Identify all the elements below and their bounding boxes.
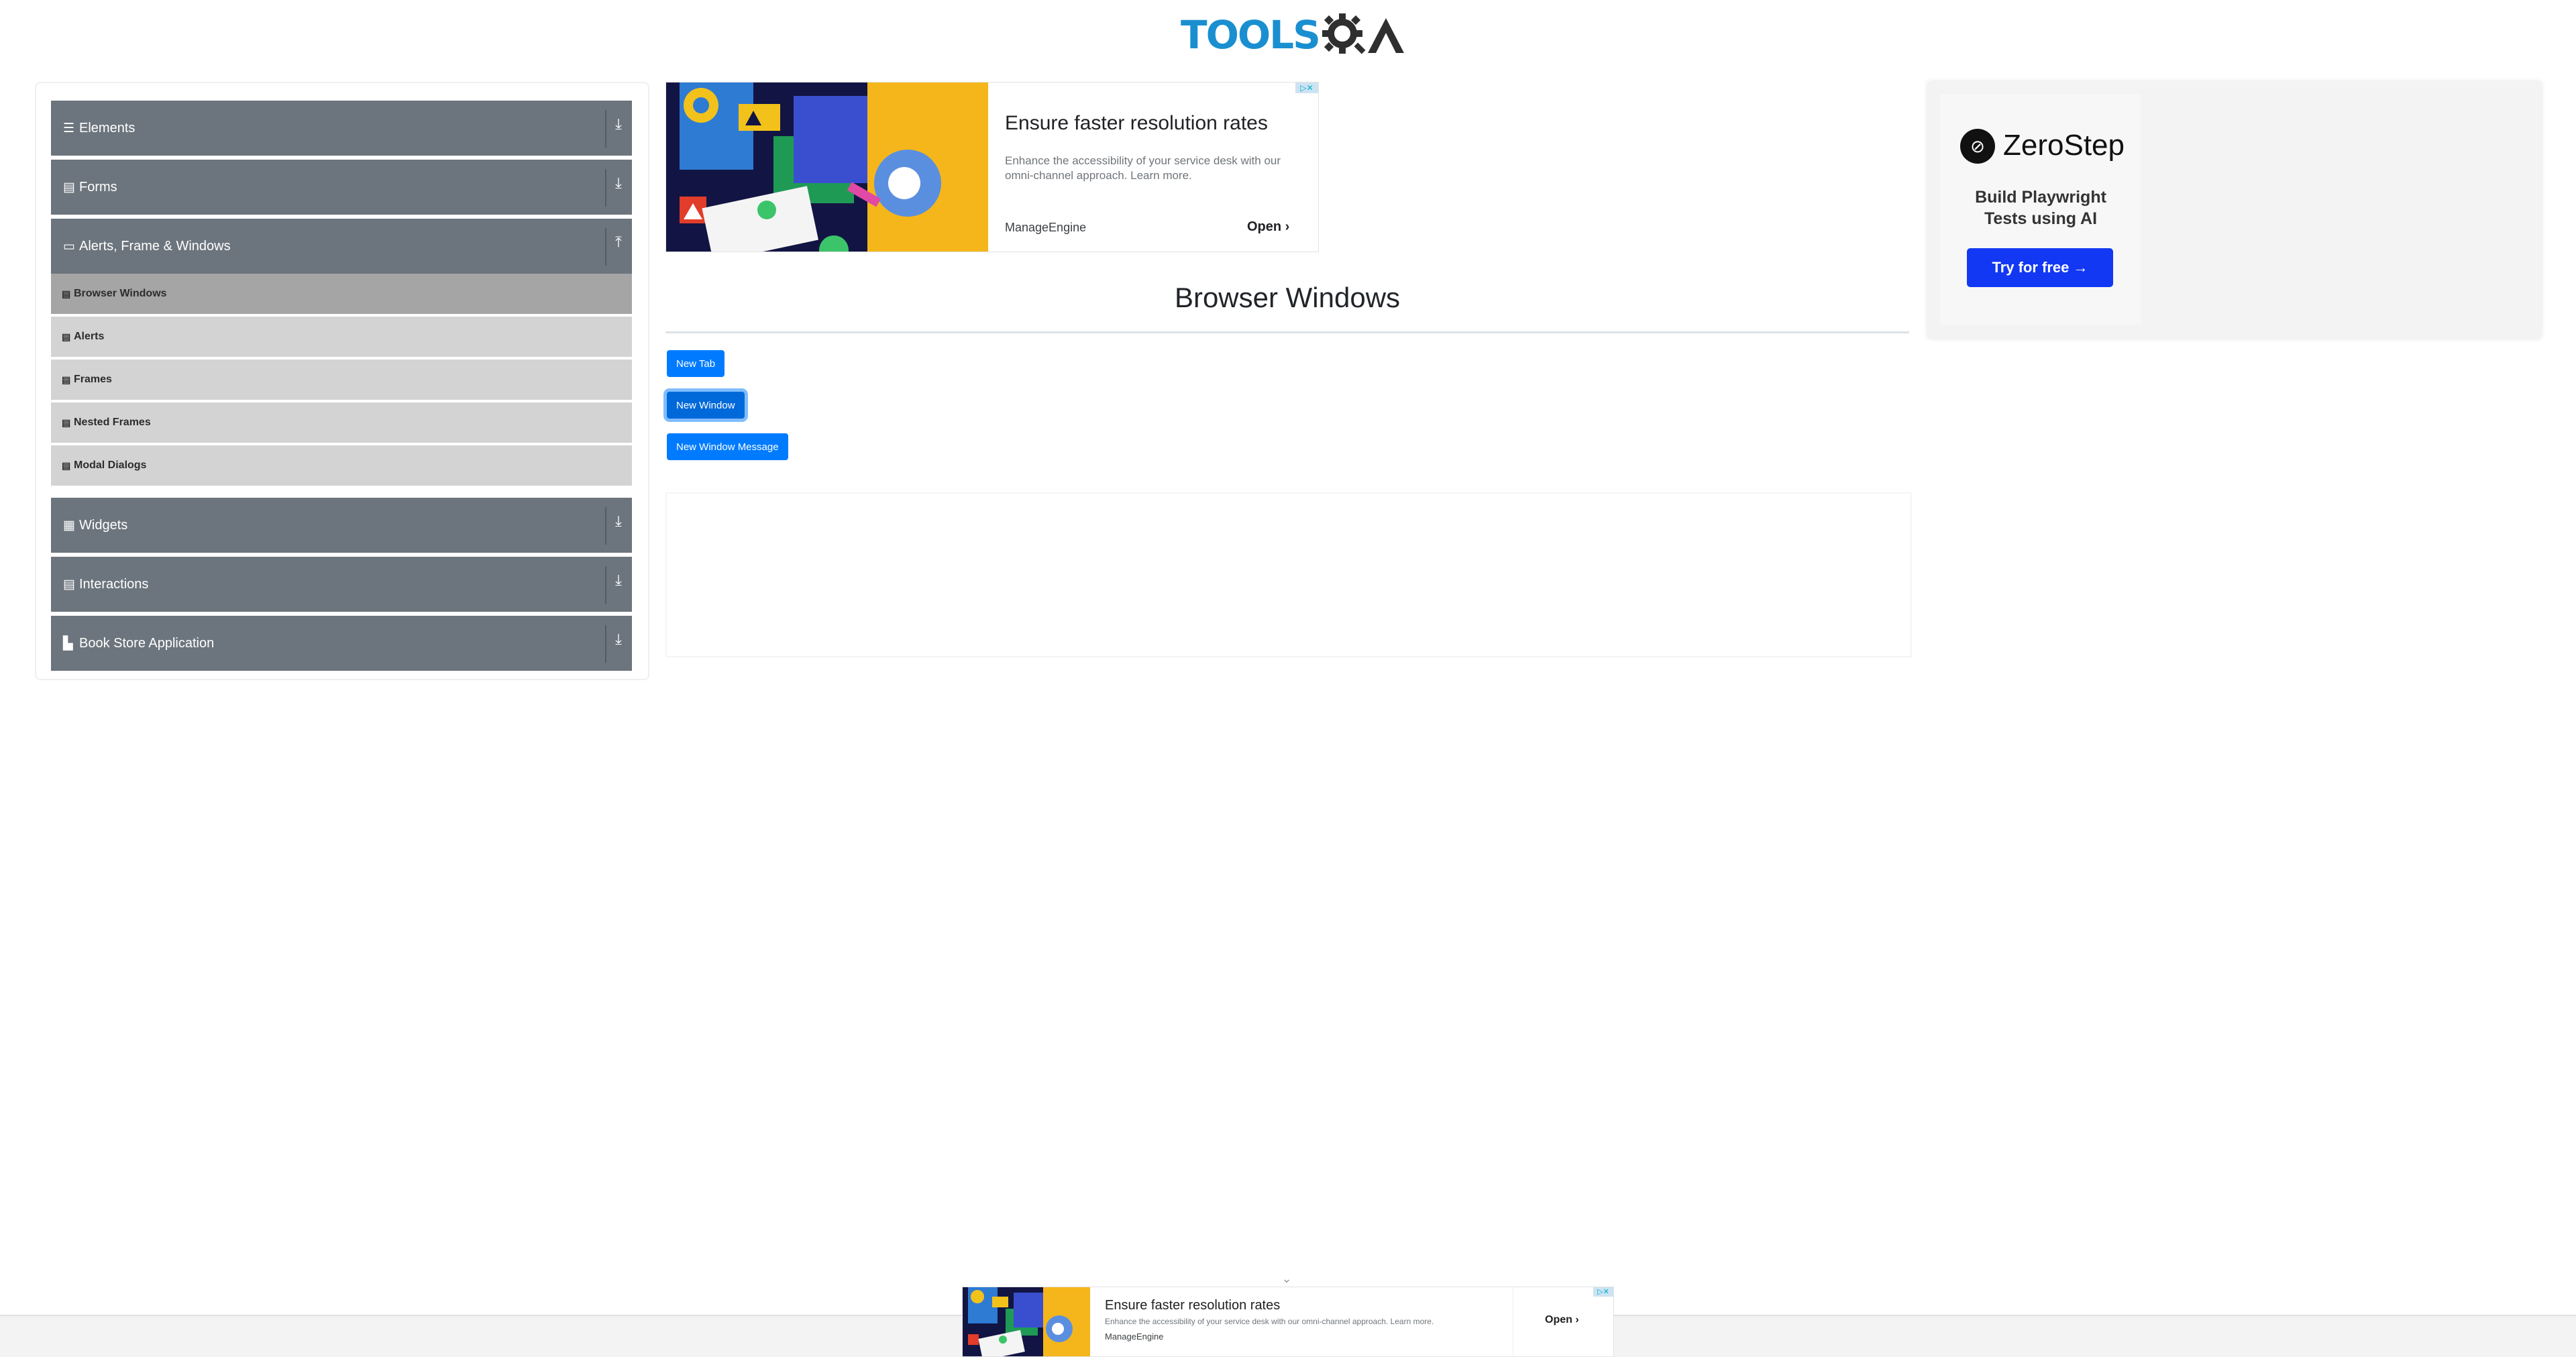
sidebar-group-forms[interactable]: ▤ Forms ⤓: [51, 160, 632, 215]
sidebar-group-label: Elements: [79, 120, 136, 135]
divider: [605, 110, 606, 148]
logo-text: TOOLS: [1181, 12, 1321, 58]
gear-icon: [1322, 13, 1366, 54]
sidebar-item-label: Alerts: [74, 331, 105, 342]
new-window-message-button[interactable]: New Window Message: [667, 433, 788, 460]
title-divider: [665, 331, 1909, 333]
document-icon: ▤: [63, 577, 75, 592]
sidebar-item-alerts[interactable]: ▤ Alerts: [51, 317, 632, 357]
sidebar-item-label: Modal Dialogs: [74, 459, 147, 471]
sidebar-item-frames[interactable]: ▤ Frames: [51, 360, 632, 400]
sidebar-item-label: Nested Frames: [74, 417, 151, 428]
sidebar-group-label: Forms: [79, 179, 117, 195]
sidebar-group-elements[interactable]: ☰ Elements ⤓: [51, 101, 632, 156]
expand-arrow-icon[interactable]: ⤓: [609, 572, 628, 589]
file-icon: ▤: [62, 288, 71, 299]
sidebar-group-label: Interactions: [79, 576, 149, 592]
bottom-advertisement[interactable]: Ensure faster resolution rates Enhance t…: [962, 1287, 1614, 1357]
ad-description: Enhance the accessibility of your servic…: [1105, 1317, 1434, 1326]
sidebar-group-widgets[interactable]: ▦ Widgets ⤓: [51, 498, 632, 553]
sidebar-item-browser-windows[interactable]: ▤ Browser Windows: [51, 274, 632, 314]
sidebar-group-book-store-application[interactable]: ▙ Book Store Application ⤓: [51, 616, 632, 671]
expand-arrow-icon[interactable]: ⤓: [609, 512, 628, 530]
file-icon: ▤: [63, 180, 75, 195]
divider: [605, 169, 606, 207]
ad-title[interactable]: Ensure faster resolution rates: [1105, 1298, 1280, 1313]
sidebar-item-label: Frames: [74, 374, 112, 385]
zerostep-ad-card[interactable]: ⊘ ZeroStep Build Playwright Tests using …: [1940, 94, 2141, 325]
file-icon: ▤: [62, 374, 71, 385]
expand-arrow-icon[interactable]: ⤓: [609, 115, 628, 133]
sidebar-group-alerts-frame-windows[interactable]: ▭ Alerts, Frame & Windows ⤒: [51, 219, 632, 274]
ad-illustration: [666, 83, 988, 252]
zerostep-brand: ZeroStep: [2003, 129, 2125, 162]
new-window-button[interactable]: New Window: [667, 392, 745, 419]
sidebar-menu: ☰ Elements ⤓ ▤ Forms ⤓ ▭ Alerts, Frame &…: [35, 82, 649, 680]
zerostep-logo-icon: ⊘: [1960, 129, 1995, 164]
file-icon: ▤: [62, 331, 71, 342]
expand-arrow-icon[interactable]: ⤓: [609, 174, 628, 192]
chevron-down-icon[interactable]: ⌄: [1275, 1272, 1299, 1286]
file-icon: ▤: [62, 459, 71, 471]
sidebar-item-label: Browser Windows: [74, 288, 167, 299]
window-icon: ▭: [63, 239, 75, 254]
top-advertisement[interactable]: Ensure faster resolution rates Enhance t…: [665, 82, 1319, 252]
tagline-line-1: Build Playwright: [1975, 188, 2106, 207]
ad-title[interactable]: Ensure faster resolution rates: [1005, 112, 1268, 135]
divider: [605, 566, 606, 604]
book-icon: ▙: [63, 636, 73, 651]
sidebar-group-label: Book Store Application: [79, 635, 215, 651]
zerostep-tagline: Build Playwright Tests using AI: [1940, 186, 2141, 229]
try-for-free-button[interactable]: Try for free →: [1967, 248, 2113, 287]
sidebar-item-nested-frames[interactable]: ▤ Nested Frames: [51, 402, 632, 443]
sidebar-group-label: Widgets: [79, 517, 128, 533]
collapse-arrow-icon[interactable]: ⤒: [609, 233, 628, 251]
ad-brand: ManageEngine: [1005, 221, 1087, 234]
divider: [605, 507, 606, 545]
ad-open-button[interactable]: Open ›: [1247, 219, 1289, 235]
alerts-frame-windows-submenu: ▤ Browser Windows ▤ Alerts ▤ Frames ▤ Ne…: [51, 274, 632, 488]
ad-close-icon[interactable]: ▷✕: [1295, 83, 1318, 93]
ad-close-icon[interactable]: ▷✕: [1593, 1287, 1613, 1297]
list-icon: ☰: [63, 121, 75, 135]
toolsqa-logo[interactable]: TOOLS: [1181, 8, 1407, 62]
divider: [605, 228, 606, 266]
file-icon: ▤: [62, 417, 71, 428]
ad-brand: ManageEngine: [1105, 1332, 1164, 1342]
page-title: Browser Windows: [1174, 282, 1401, 313]
logo-a-mark: [1367, 18, 1404, 53]
ad-illustration: [963, 1287, 1090, 1356]
new-tab-button[interactable]: New Tab: [667, 350, 725, 377]
expand-arrow-icon[interactable]: ⤓: [609, 631, 628, 648]
right-advertisement[interactable]: ⊘ ZeroStep Build Playwright Tests using …: [1928, 82, 2541, 338]
sidebar-item-modal-dialogs[interactable]: ▤ Modal Dialogs: [51, 445, 632, 486]
content-placeholder-box: [665, 492, 1912, 657]
ad-description: Enhance the accessibility of your servic…: [1005, 154, 1281, 182]
sidebar-group-interactions[interactable]: ▤ Interactions ⤓: [51, 557, 632, 612]
grid-icon: ▦: [63, 518, 75, 533]
tagline-line-2: Tests using AI: [1984, 209, 2098, 228]
divider: [605, 625, 606, 663]
sidebar-group-label: Alerts, Frame & Windows: [79, 238, 231, 254]
ad-open-button[interactable]: Open ›: [1545, 1314, 1579, 1326]
